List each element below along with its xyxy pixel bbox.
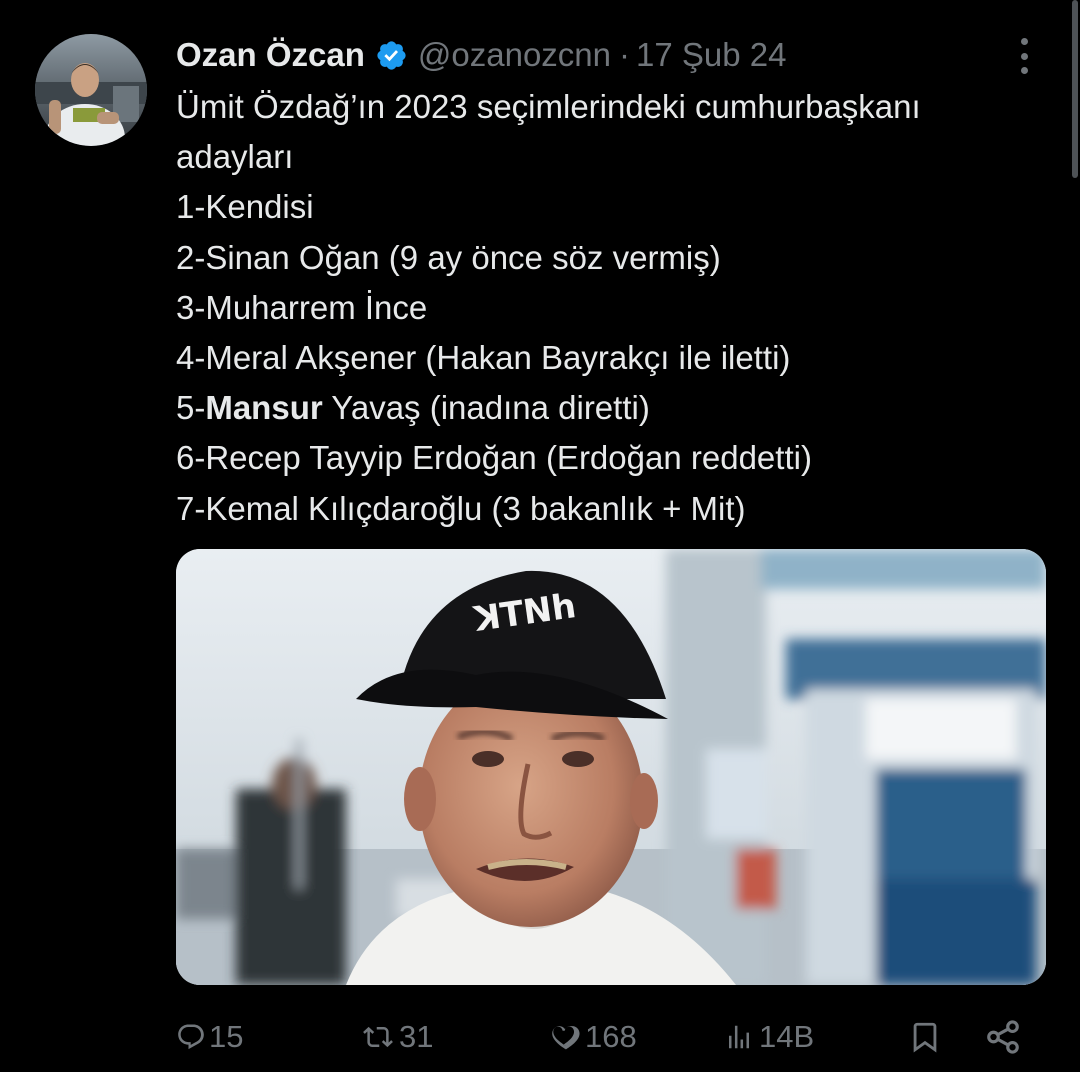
tweet-text: Ümit Özdağ’ın 2023 seçimlerindeki cumhur… bbox=[176, 82, 1056, 534]
like-count: 168 bbox=[585, 1019, 637, 1054]
separator-dot: · bbox=[619, 36, 631, 73]
like-button[interactable]: 168 bbox=[548, 1012, 637, 1062]
tweet-text-line: 2-Sinan Oğan (9 ay önce söz vermiş) bbox=[176, 238, 721, 276]
tweet-text-line: 3-Muharrem İnce bbox=[176, 288, 428, 326]
views-chart-icon bbox=[722, 1022, 756, 1052]
repost-button[interactable]: 31 bbox=[360, 1012, 433, 1062]
scrollbar[interactable] bbox=[1072, 0, 1078, 178]
tweet-actions: 15 31 168 14B bbox=[0, 1012, 1080, 1062]
repost-icon bbox=[360, 1022, 396, 1052]
tweet-text-line: Ümit Özdağ’ın 2023 seçimlerindeki cumhur… bbox=[176, 88, 921, 125]
text-segment: 5- bbox=[176, 389, 206, 427]
tweet-header: Ozan Özcan @ozanozcnn · 17 Şub 24 bbox=[176, 34, 786, 76]
author-avatar[interactable] bbox=[35, 34, 147, 146]
reply-button[interactable]: 15 bbox=[176, 1012, 243, 1062]
share-button[interactable] bbox=[984, 1012, 1022, 1062]
verified-badge-icon[interactable] bbox=[375, 39, 408, 72]
share-icon bbox=[984, 1018, 1022, 1056]
bold-text: Mansur bbox=[205, 389, 323, 427]
author-handle[interactable]: @ozanozcnn bbox=[418, 36, 611, 74]
reply-count: 15 bbox=[209, 1019, 244, 1054]
bookmark-icon bbox=[908, 1020, 942, 1054]
repost-count: 31 bbox=[399, 1019, 434, 1054]
tweet-text-line: 4-Meral Akşener (Hakan Bayrakçı ile ilet… bbox=[176, 339, 791, 377]
tweet-date[interactable]: 17 Şub 24 bbox=[636, 36, 786, 74]
bookmark-button[interactable] bbox=[908, 1012, 942, 1062]
more-dots-icon[interactable] bbox=[1008, 38, 1040, 74]
heart-icon bbox=[548, 1022, 582, 1052]
views-button[interactable]: 14B bbox=[722, 1012, 814, 1062]
text-segment: Yavaş (inadına diretti) bbox=[322, 389, 650, 427]
tweet-text-line: 6-Recep Tayyip Erdoğan (Erdoğan reddetti… bbox=[176, 439, 812, 477]
tweet-text-line: 1-Kendisi bbox=[176, 188, 314, 226]
tweet-text-line: 7-Kemal Kılıçdaroğlu (3 bakanlık + Mit) bbox=[176, 489, 746, 527]
author-name[interactable]: Ozan Özcan bbox=[176, 36, 365, 74]
tweet-text-line: 5-Mansur Yavaş (inadına diretti) bbox=[176, 383, 1056, 433]
views-count: 14B bbox=[759, 1019, 815, 1054]
avatar-image bbox=[35, 34, 147, 146]
reply-icon bbox=[176, 1022, 206, 1052]
tweet-media-image[interactable]: ꓘTNh bbox=[176, 549, 1046, 985]
photo-illustration: ꓘTNh bbox=[176, 549, 1046, 985]
tweet-text-line: adayları bbox=[176, 138, 294, 176]
